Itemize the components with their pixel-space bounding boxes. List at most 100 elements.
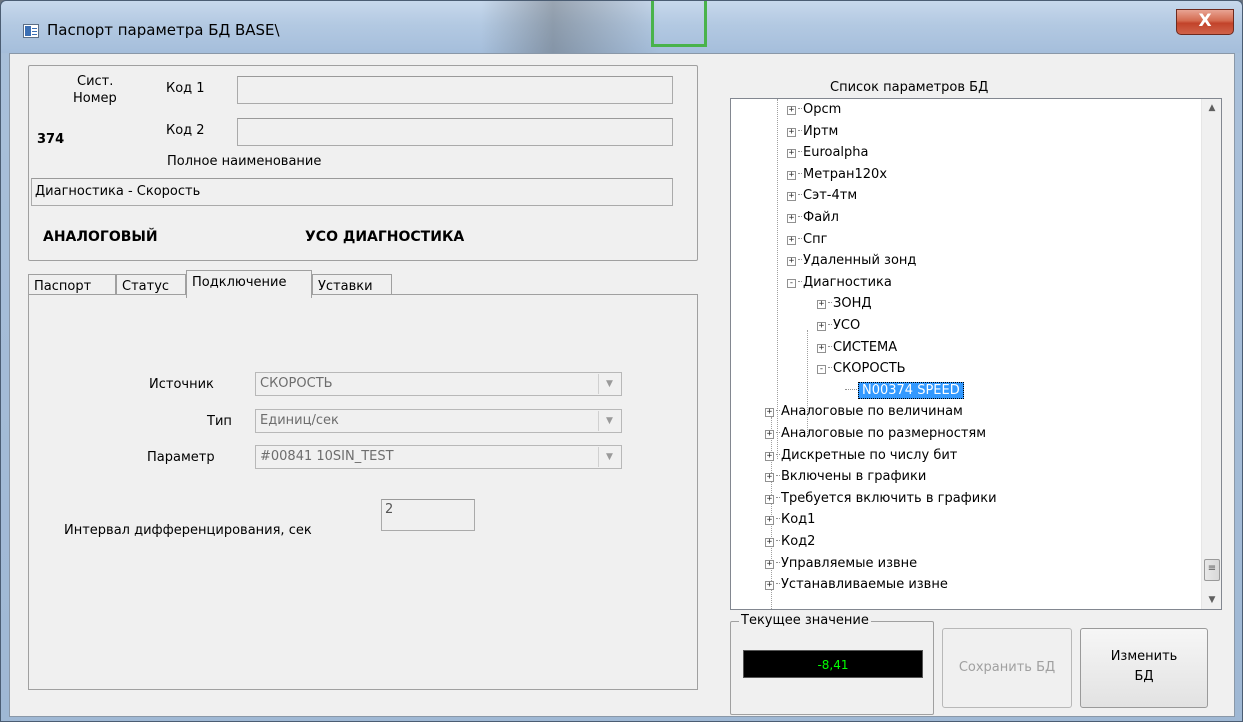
- tree-node-label: N00374 SPEED: [858, 381, 964, 399]
- tree-node[interactable]: + Удаленный зонд: [787, 250, 916, 271]
- chevron-down-icon[interactable]: ▼: [598, 447, 620, 467]
- tree-expand-icon[interactable]: +: [765, 494, 774, 504]
- param-label: Параметр: [147, 450, 215, 465]
- tree-connector: [845, 388, 857, 390]
- titlebar-background-window: [651, 1, 707, 47]
- code1-label: Код 1: [166, 81, 205, 96]
- tree-node[interactable]: + Opcm: [787, 99, 841, 120]
- titlebar-shade: [481, 1, 661, 53]
- tree-node[interactable]: + СИСТЕМА: [817, 337, 897, 358]
- tree-node[interactable]: + Иртм: [787, 121, 838, 142]
- tree-node[interactable]: + УСО: [817, 315, 860, 336]
- current-value-display: -8,41: [743, 650, 923, 678]
- tree-node-label: Аналоговые по величинам: [781, 404, 963, 420]
- tree-expand-icon[interactable]: +: [817, 322, 826, 331]
- tree-node-selected[interactable]: N00374 SPEED: [845, 380, 964, 401]
- tree-node[interactable]: + Включены в графики: [765, 466, 926, 487]
- tree-node-label: СКОРОСТЬ: [833, 361, 906, 377]
- tree-expand-icon[interactable]: +: [787, 235, 796, 245]
- tree-connector: [776, 540, 780, 541]
- tree-expand-icon[interactable]: +: [765, 538, 774, 547]
- tree-node-label: УСО: [833, 318, 861, 333]
- source-label: Источник: [149, 377, 214, 392]
- tree-node[interactable]: + Аналоговые по размерностям: [765, 423, 986, 444]
- param-select[interactable]: #00841 10SIN_TEST ▼: [255, 445, 622, 469]
- tree-expand-icon[interactable]: +: [765, 559, 774, 569]
- code2-field[interactable]: [237, 118, 673, 146]
- tree-expand-icon[interactable]: +: [765, 473, 774, 483]
- tree-node[interactable]: + Euroalpha: [787, 142, 869, 163]
- current-value-group: Текущее значение -8,41: [730, 613, 934, 715]
- tree-expand-icon[interactable]: +: [817, 300, 826, 310]
- scroll-up-icon[interactable]: ▲: [1202, 99, 1221, 117]
- tree-node-label: Аналоговые по размерностям: [781, 426, 987, 441]
- code1-field[interactable]: [237, 76, 673, 104]
- param-tree[interactable]: + Opcm + Иртм + Euroalpha + Метран120x + Сэт-4тм +…: [730, 98, 1222, 610]
- tree-node-label: Иртм: [803, 123, 839, 139]
- tree-connector: [798, 216, 802, 217]
- tree-node-label: Диагностика: [803, 274, 892, 290]
- tree-node[interactable]: + ЗОНД: [817, 293, 872, 314]
- tree-node[interactable]: - Диагностика: [787, 272, 892, 293]
- tree-expand-icon[interactable]: +: [787, 106, 796, 115]
- tree-node[interactable]: + Управляемые извне: [765, 553, 917, 574]
- fullname-field[interactable]: Диагностика - Скорость: [31, 178, 673, 206]
- scroll-down-icon[interactable]: ▼: [1202, 591, 1221, 609]
- type-label: Тип: [207, 414, 232, 429]
- source-value: СКОРОСТЬ: [260, 376, 333, 391]
- chevron-down-icon[interactable]: ▼: [598, 374, 620, 394]
- tree-expand-icon[interactable]: +: [787, 214, 796, 223]
- tab-connection[interactable]: Подключение: [186, 270, 312, 298]
- tree-node[interactable]: + Код2: [765, 531, 815, 552]
- type-select[interactable]: Единиц/сек ▼: [255, 409, 622, 433]
- tree-node-label: Спг: [803, 231, 828, 247]
- param-value: #00841 10SIN_TEST: [260, 449, 394, 464]
- tree-node[interactable]: + Метран120x: [787, 164, 887, 185]
- source-select[interactable]: СКОРОСТЬ ▼: [255, 372, 622, 396]
- number-label: Номер: [73, 91, 117, 106]
- tree-node[interactable]: + Код1: [765, 509, 815, 530]
- tree-expand-icon[interactable]: +: [765, 516, 774, 526]
- tree-scrollbar[interactable]: ▲ ≡ ▼: [1201, 99, 1221, 609]
- tree-expand-icon[interactable]: +: [787, 170, 796, 180]
- type-text: АНАЛОГОВЫЙ: [43, 229, 158, 245]
- tree-expand-icon[interactable]: +: [765, 430, 774, 439]
- scroll-thumb[interactable]: ≡: [1204, 559, 1220, 581]
- tree-collapse-icon[interactable]: -: [817, 365, 826, 375]
- close-button[interactable]: X: [1176, 9, 1234, 35]
- tree-expand-icon[interactable]: +: [817, 343, 826, 353]
- tree-node[interactable]: + Дискретные по числу бит: [765, 445, 957, 466]
- change-db-button[interactable]: Изменить БД: [1080, 628, 1208, 708]
- tree-expand-icon[interactable]: +: [787, 127, 796, 137]
- tree-node[interactable]: + Сэт-4тм: [787, 185, 857, 206]
- tree-connector: [798, 129, 802, 131]
- tree-expand-icon[interactable]: +: [765, 581, 774, 591]
- tree-node-label: Включены в графики: [781, 469, 927, 485]
- tree-node-label: Устанавливаемые извне: [781, 577, 948, 593]
- tree-connector: [798, 280, 802, 282]
- tree-node[interactable]: + Аналоговые по величинам: [765, 401, 963, 422]
- tree-node[interactable]: + Устанавливаемые извне: [765, 574, 948, 595]
- tree-expand-icon[interactable]: +: [787, 192, 796, 202]
- type-value: Единиц/сек: [260, 413, 339, 428]
- tree-node[interactable]: + Требуется включить в графики: [765, 488, 997, 509]
- tree-expand-icon[interactable]: +: [787, 149, 796, 159]
- tree-node[interactable]: + Файл: [787, 207, 839, 228]
- title-bar[interactable]: Паспорт параметра БД BASE\ X: [1, 1, 1242, 53]
- chevron-down-icon[interactable]: ▼: [598, 411, 620, 431]
- tree-expand-icon[interactable]: +: [765, 451, 774, 461]
- app-icon: [23, 24, 39, 38]
- tree-expand-icon[interactable]: +: [765, 408, 774, 418]
- tree-node-label: Код2: [781, 534, 816, 549]
- tree-collapse-icon[interactable]: -: [787, 278, 796, 288]
- tree-node[interactable]: + Спг: [787, 229, 827, 250]
- sys-label: Сист.: [77, 74, 114, 89]
- interval-field[interactable]: 2: [381, 499, 475, 531]
- current-value-legend: Текущее значение: [739, 613, 871, 628]
- tree-connector: [776, 432, 780, 433]
- client-area: Сист. Номер 374 Код 1 Код 2 Полное наиме…: [9, 53, 1235, 717]
- code2-label: Код 2: [166, 123, 205, 138]
- tree-node[interactable]: - СКОРОСТЬ: [817, 358, 906, 379]
- save-db-button[interactable]: Сохранить БД: [942, 628, 1072, 708]
- tree-expand-icon[interactable]: +: [787, 257, 796, 267]
